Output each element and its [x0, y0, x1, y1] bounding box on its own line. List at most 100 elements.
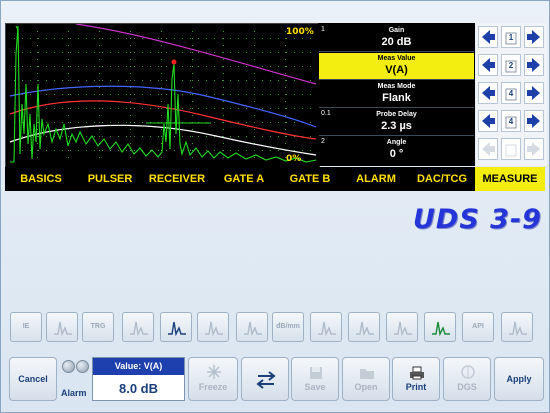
angle-probe-button[interactable]	[310, 312, 342, 342]
print-button[interactable]: Print	[392, 357, 440, 401]
peak-button[interactable]	[424, 312, 456, 342]
tab-gate-b[interactable]: GATE B	[277, 167, 343, 191]
toolbar-label: dB/mm	[276, 323, 300, 330]
tab-dac-tcg[interactable]: DAC/TCG	[409, 167, 475, 191]
dgs-button[interactable]: DGS	[443, 357, 491, 401]
curve-magenta	[75, 24, 317, 85]
cancel-button[interactable]: Cancel	[9, 357, 57, 401]
controls-angle	[478, 138, 546, 162]
value-display: Value: V(A) 8.0 dB	[92, 357, 185, 401]
increase-button[interactable]	[524, 110, 544, 132]
increase-button[interactable]	[524, 138, 544, 160]
step-size-value: 2	[508, 61, 514, 70]
toolbar-icon	[394, 321, 412, 337]
apply-label: Apply	[506, 374, 532, 384]
param-title: Meas Value	[377, 55, 416, 62]
open-button[interactable]: Open	[342, 357, 390, 401]
step-size-button[interactable]	[501, 138, 521, 160]
arrow-left-icon	[482, 58, 495, 72]
controls-meas-value: 2	[478, 54, 546, 78]
alarm-led-2	[76, 360, 89, 373]
product-logo: UDS 3-9	[413, 204, 542, 235]
param-angle[interactable]: 2 Angle 0 °	[319, 137, 474, 164]
arrow-right-icon	[527, 86, 540, 100]
freeze-button[interactable]: Freeze	[188, 357, 238, 401]
toolbar-icon	[130, 321, 148, 337]
app-window: 100% 0% 1 Gain 20 dB Meas Value V(A) Mea…	[0, 0, 550, 413]
tab-pulser[interactable]: PULSER	[77, 167, 143, 191]
probe-button[interactable]	[46, 312, 78, 342]
decrease-button[interactable]	[478, 26, 498, 48]
api-button[interactable]: API	[462, 312, 494, 342]
step-size-button[interactable]: 4	[501, 110, 521, 132]
param-value: V(A)	[385, 64, 408, 76]
print-label: Print	[405, 382, 427, 392]
increase-button[interactable]	[524, 82, 544, 104]
toolbar-icon	[168, 321, 186, 337]
peak-marker	[171, 59, 177, 65]
step-size-value: 1	[508, 33, 514, 42]
save-button[interactable]: Save	[291, 357, 339, 401]
decrease-button[interactable]	[478, 138, 498, 160]
toolbar-label: API	[472, 323, 484, 330]
tab-gate-a[interactable]: GATE A	[211, 167, 277, 191]
arrow-left-icon	[482, 86, 495, 100]
step-size-button[interactable]: 4	[501, 82, 521, 104]
param-value: 20 dB	[381, 36, 412, 48]
document-button[interactable]	[236, 312, 268, 342]
decrease-button[interactable]	[478, 82, 498, 104]
step-size-button[interactable]: 1	[501, 26, 521, 48]
toolbar-icon	[318, 321, 336, 337]
param-step: 0.1	[321, 110, 331, 117]
menu-bar: BASICS PULSER RECEIVER GATE A GATE B ALA…	[5, 167, 545, 191]
cycle-button[interactable]	[122, 312, 154, 342]
increase-button[interactable]	[524, 54, 544, 76]
open-label: Open	[354, 382, 378, 392]
decrease-button[interactable]	[478, 54, 498, 76]
param-gain[interactable]: 1 Gain 20 dB	[319, 25, 474, 52]
arrow-left-icon	[482, 30, 495, 44]
dual-probe-button[interactable]	[348, 312, 380, 342]
param-meas-mode[interactable]: Meas Mode Flank	[319, 81, 474, 108]
step-size-value: 4	[508, 117, 514, 126]
toolbar-label: TRG	[90, 323, 106, 330]
increase-button[interactable]	[524, 26, 544, 48]
encoder-button[interactable]	[501, 312, 533, 342]
arrow-right-icon	[527, 142, 540, 156]
apply-button[interactable]: Apply	[494, 357, 544, 401]
step-size-button[interactable]: 2	[501, 54, 521, 76]
swap-button[interactable]	[241, 357, 289, 401]
arrow-right-icon	[527, 30, 540, 44]
dgs-icon	[461, 365, 475, 379]
decrease-button[interactable]	[478, 110, 498, 132]
tab-alarm[interactable]: ALARM	[343, 167, 409, 191]
snowflake-icon	[207, 365, 221, 379]
gain-curve-button[interactable]	[160, 312, 192, 342]
param-meas-value[interactable]: Meas Value V(A)	[319, 53, 474, 80]
toolbar-icon	[205, 321, 223, 337]
ascan-plot	[9, 24, 319, 163]
scale-bottom-label: 0%	[286, 154, 302, 164]
tab-measure[interactable]: MEASURE	[475, 167, 545, 191]
param-probe-delay[interactable]: 0.1 Probe Delay 2.3 µs	[319, 109, 474, 136]
ie-button[interactable]: IE	[10, 312, 42, 342]
step-size-value: 4	[508, 89, 514, 98]
cancel-label: Cancel	[18, 374, 48, 384]
arrow-left-icon	[482, 114, 495, 128]
scan-button[interactable]	[386, 312, 418, 342]
tab-receiver[interactable]: RECEIVER	[143, 167, 211, 191]
param-title: Gain	[388, 27, 405, 34]
swap-arrows-icon	[256, 371, 276, 389]
alarm-label: Alarm	[61, 388, 87, 398]
param-value: 2.3 µs	[381, 120, 412, 132]
controls-meas-mode: 4	[478, 82, 546, 106]
db-mm-button[interactable]: dB/mm	[272, 312, 304, 342]
parameter-controls: 1 2 4 4	[476, 23, 547, 166]
tab-basics[interactable]: BASICS	[5, 167, 77, 191]
trg-button[interactable]: TRG	[82, 312, 114, 342]
param-title: Meas Mode	[377, 83, 416, 90]
gate-settings-button[interactable]	[197, 312, 229, 342]
param-value: Flank	[382, 92, 411, 104]
toolbar-icon	[432, 321, 450, 337]
scale-top-label: 100%	[286, 27, 314, 37]
